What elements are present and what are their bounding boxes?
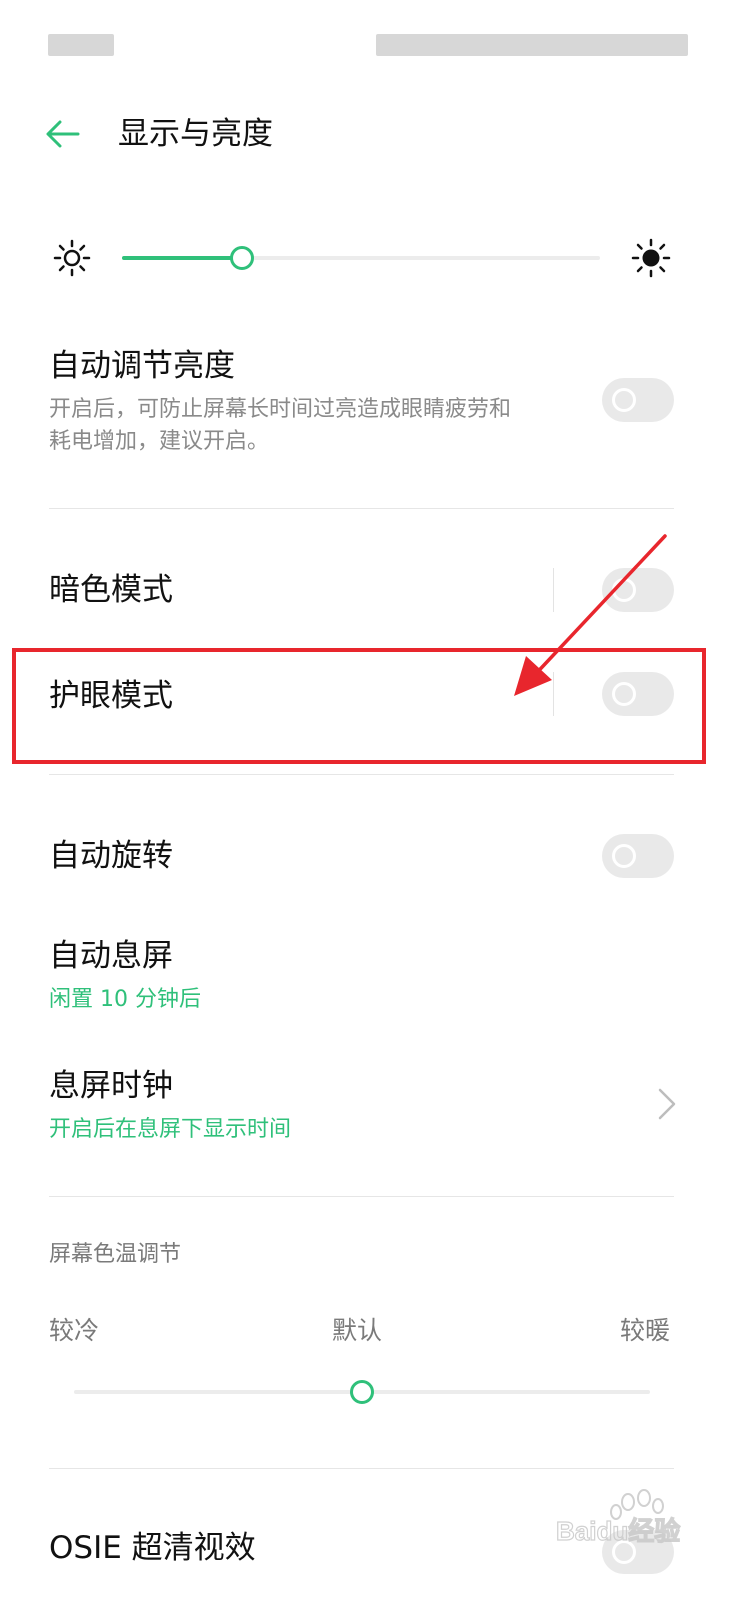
- color-temp-warm-label: 较暖: [620, 1316, 671, 1345]
- divider: [49, 508, 674, 509]
- divider: [49, 1468, 674, 1469]
- auto-sleep-title[interactable]: 自动息屏: [49, 934, 173, 978]
- divider: [49, 1196, 674, 1197]
- auto-brightness-title: 自动调节亮度: [49, 348, 235, 384]
- auto-rotate-title: 自动旋转: [49, 838, 173, 874]
- status-icons-blurred: [376, 34, 688, 56]
- color-temp-thumb[interactable]: [350, 1380, 374, 1404]
- color-temp-cold-label: 较冷: [49, 1316, 100, 1345]
- auto-brightness-desc-1: 开启后，可防止屏幕长时间过亮造成眼睛疲劳和: [49, 397, 512, 422]
- dark-mode-title: 暗色模式: [49, 572, 173, 608]
- osie-title: OSIE 超清视效: [49, 1530, 256, 1566]
- brightness-high-icon: [631, 238, 671, 278]
- aod-clock-desc: 开启后在息屏下显示时间: [49, 1117, 292, 1142]
- baidu-paw-icon: Baidu经验: [555, 1489, 681, 1547]
- color-temp-slider[interactable]: [74, 1380, 650, 1404]
- color-temp-section-label: 屏幕色温调节: [49, 1242, 182, 1267]
- page-title: 显示与亮度: [118, 116, 273, 152]
- divider: [49, 774, 674, 775]
- aod-clock-title[interactable]: 息屏时钟: [49, 1064, 173, 1108]
- chevron-right-icon[interactable]: [655, 1086, 679, 1122]
- toggle-knob: [612, 844, 636, 868]
- auto-brightness-desc-2: 耗电增加，建议开启。: [49, 429, 270, 454]
- brightness-fill: [122, 256, 242, 260]
- brightness-slider[interactable]: [122, 246, 600, 270]
- auto-rotate-toggle[interactable]: [602, 834, 674, 878]
- status-bar: [0, 34, 738, 56]
- baidu-watermark: Baidu经验: [555, 1488, 696, 1548]
- annotation-arrow-icon: [514, 534, 667, 696]
- brightness-thumb[interactable]: [229, 246, 254, 270]
- auto-brightness-toggle[interactable]: [602, 378, 674, 422]
- watermark-text: Baidu经验: [556, 1516, 680, 1546]
- color-temp-default-label: 默认: [332, 1316, 383, 1345]
- toggle-knob: [612, 388, 636, 412]
- brightness-low-icon: [53, 239, 91, 277]
- status-time-blurred: [48, 34, 114, 56]
- back-arrow-icon[interactable]: [44, 118, 80, 150]
- auto-sleep-value: 闲置 10 分钟后: [49, 987, 201, 1012]
